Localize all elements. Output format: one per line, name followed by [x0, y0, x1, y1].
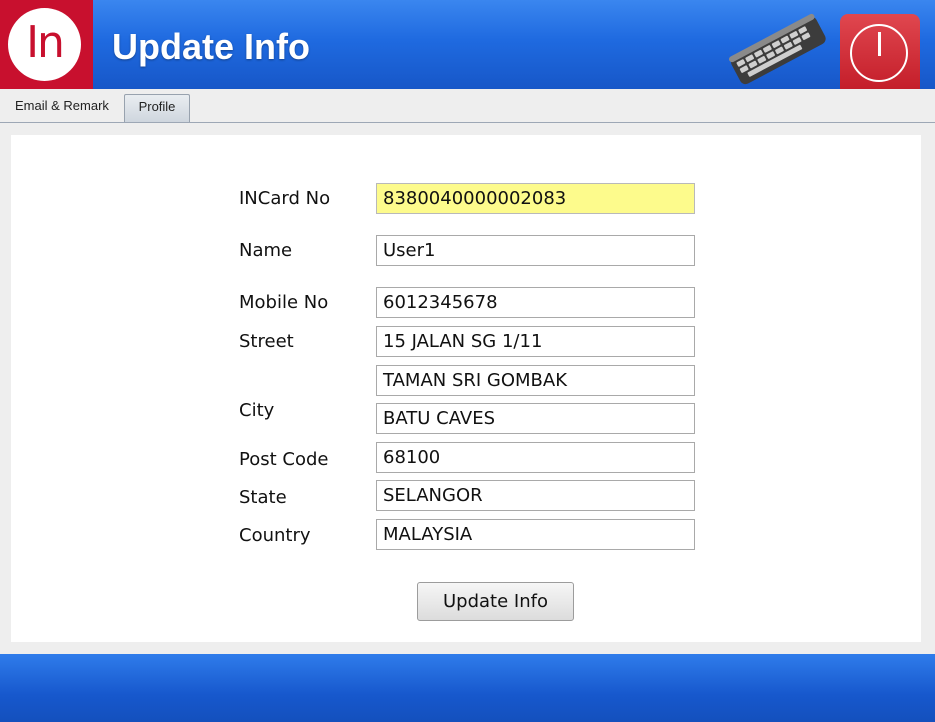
header-bar: In Update Info [0, 0, 935, 89]
street-field-2[interactable]: TAMAN SRI GOMBAK [376, 365, 695, 396]
street-field-1[interactable]: 15 JALAN SG 1/11 [376, 326, 695, 357]
incard-label: INCard No [239, 188, 331, 209]
logo-text: In [26, 17, 65, 68]
update-info-button[interactable]: Update Info [417, 582, 574, 621]
keyboard-icon [729, 13, 826, 85]
logo-circle: In [8, 8, 81, 81]
incard-field[interactable]: 8380040000002083 [376, 183, 695, 214]
state-label: State [239, 487, 287, 508]
city-field[interactable]: BATU CAVES [376, 403, 695, 434]
power-icon-bar [878, 32, 881, 56]
tab-divider [0, 122, 935, 123]
name-field[interactable]: User1 [376, 235, 695, 266]
footer-bar [0, 654, 935, 722]
name-label: Name [239, 240, 293, 261]
state-field[interactable]: SELANGOR [376, 480, 695, 511]
app-logo: In [0, 0, 93, 89]
country-field[interactable]: MALAYSIA [376, 519, 695, 550]
country-label: Country [239, 525, 311, 546]
bottom-margin [0, 642, 935, 654]
tab-profile[interactable]: Profile [124, 94, 190, 122]
street-label: Street [239, 331, 294, 352]
power-button[interactable] [840, 14, 920, 89]
left-margin [0, 135, 11, 642]
page-title: Update Info [112, 26, 310, 67]
mobile-field[interactable]: 6012345678 [376, 287, 695, 318]
city-label: City [239, 400, 275, 421]
tab-email-remark[interactable]: Email & Remark [5, 94, 119, 122]
postcode-label: Post Code [239, 449, 329, 470]
mobile-label: Mobile No [239, 292, 329, 313]
right-margin [921, 135, 935, 642]
postcode-field[interactable]: 68100 [376, 442, 695, 473]
